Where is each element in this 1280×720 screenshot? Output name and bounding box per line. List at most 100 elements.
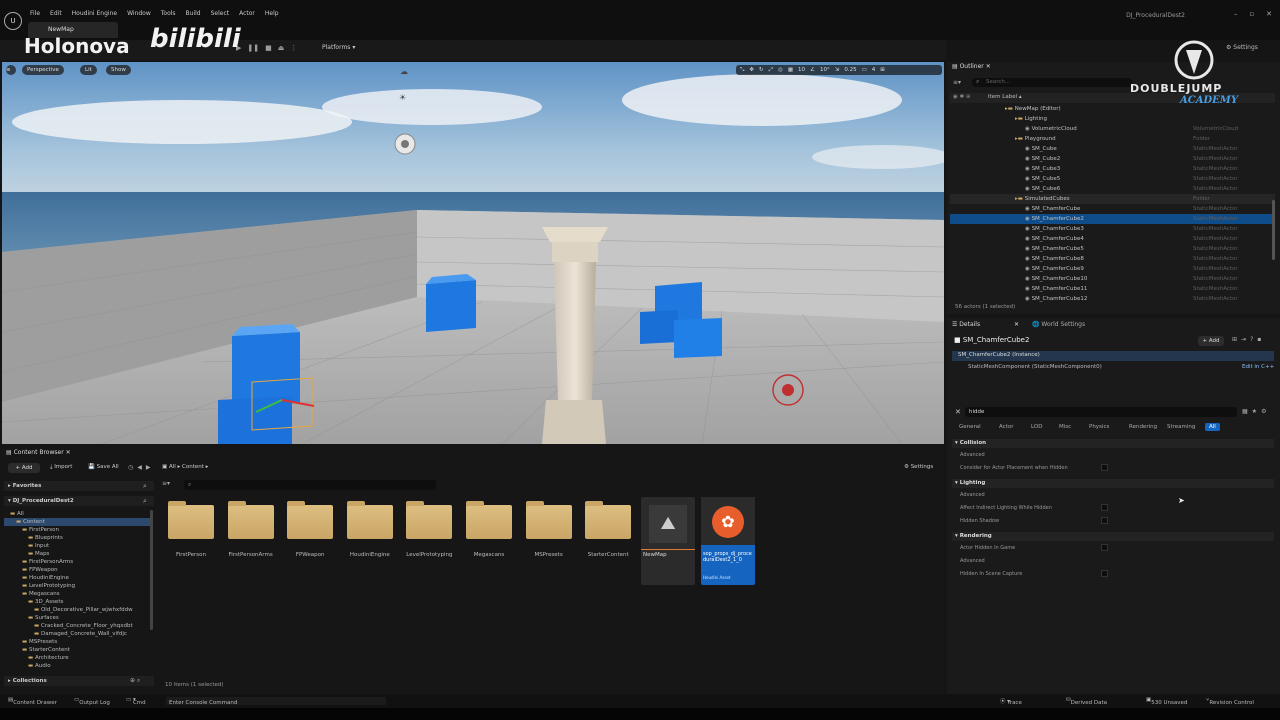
details-property[interactable]: Advanced: [960, 558, 985, 564]
details-property[interactable]: Advanced: [960, 492, 985, 498]
scale-snap-icon[interactable]: ⇲: [835, 65, 840, 75]
tree-folder-item[interactable]: ▬ 3D_Assets: [28, 598, 63, 606]
menu-item-tools[interactable]: Tools: [161, 10, 176, 17]
outliner-row[interactable]: ▸▬ Lighting: [950, 114, 1275, 124]
close-icon[interactable]: ✕: [66, 449, 71, 456]
camera-speed-value[interactable]: 4: [872, 65, 876, 75]
menu-item-file[interactable]: File: [30, 10, 40, 17]
rotate-snap-icon[interactable]: ∠: [810, 65, 815, 75]
details-property[interactable]: Affect Indirect Lighting While Hidden: [960, 505, 1052, 511]
outliner-row[interactable]: ◉ SM_ChamferCube12 StaticMeshActor: [950, 294, 1275, 304]
select-tool-icon[interactable]: ⤡: [740, 65, 744, 75]
outliner-row[interactable]: ◉ SM_ChamferCube9 StaticMeshActor: [950, 264, 1275, 274]
move-tool-icon[interactable]: ✥: [749, 65, 754, 75]
derived-data-button[interactable]: ⛁ Derived Data: [1066, 697, 1107, 706]
import-button[interactable]: ⤓ Import: [50, 464, 72, 471]
folder-asset-icon[interactable]: [585, 501, 632, 539]
eject-icon[interactable]: ⏏: [278, 44, 285, 52]
tree-folder-item[interactable]: ▬ Blueprints: [28, 534, 63, 542]
camera-speed-icon[interactable]: ▭: [862, 65, 867, 75]
maximize-viewport-icon[interactable]: ⊞: [880, 65, 885, 75]
menu-item-houdini-engine[interactable]: Houdini Engine: [72, 10, 117, 17]
outliner-row[interactable]: ◉ SM_Cube5 StaticMeshActor: [950, 174, 1275, 184]
menu-icon[interactable]: ▪: [1257, 336, 1265, 343]
unsaved-button[interactable]: ▣ 530 Unsaved: [1146, 697, 1187, 706]
details-property[interactable]: Actor Hidden In Game: [960, 545, 1015, 551]
details-property[interactable]: Consider for Actor Placement when Hidden: [960, 465, 1068, 471]
add-component-button[interactable]: + Add: [1198, 336, 1224, 346]
details-property[interactable]: Advanced: [960, 452, 985, 458]
folder-asset-icon[interactable]: [406, 501, 453, 539]
tree-folder-item[interactable]: ▬ All: [10, 510, 24, 518]
tree-scrollbar[interactable]: [150, 510, 153, 630]
lock-icon[interactable]: ⇥: [1241, 336, 1250, 343]
outliner-tab[interactable]: ▤ Outliner ✕: [952, 63, 991, 73]
content-browser-tab[interactable]: ▤ Content Browser ✕: [6, 449, 71, 459]
tree-folder-item[interactable]: ▬ FirstPersonArms: [22, 558, 73, 566]
asset-search-input[interactable]: [184, 480, 436, 490]
cb-settings-button[interactable]: ⚙ Settings: [904, 464, 933, 470]
clear-search-icon[interactable]: ✕: [955, 408, 961, 416]
breadcrumb-content[interactable]: Content: [182, 464, 204, 470]
outliner-row[interactable]: ◉ SM_ChamferCube11 StaticMeshActor: [950, 284, 1275, 294]
more-icon[interactable]: ⋮: [290, 44, 297, 52]
filter-tab-actor[interactable]: Actor: [995, 423, 1017, 431]
filter-tab-rendering[interactable]: Rendering: [1125, 423, 1161, 431]
show-button[interactable]: Show: [106, 65, 131, 75]
history-icon[interactable]: ◷: [128, 464, 137, 471]
blueprint-icon[interactable]: ⊞: [1232, 336, 1241, 343]
menu-item-window[interactable]: Window: [127, 10, 151, 17]
forward-icon[interactable]: ▶: [146, 464, 155, 471]
grid-snap-value[interactable]: 10: [798, 65, 805, 75]
outliner-row[interactable]: ▸▬ Playground Folder: [950, 134, 1275, 144]
folder-asset-icon[interactable]: [346, 501, 393, 539]
rotate-tool-icon[interactable]: ↻: [759, 65, 764, 75]
menu-item-build[interactable]: Build: [186, 10, 201, 17]
perspective-button[interactable]: Perspective: [22, 65, 64, 75]
outliner-row[interactable]: ◉ SM_ChamferCube8 StaticMeshActor: [950, 254, 1275, 264]
edit-in-cpp-link[interactable]: Edit in C++: [1242, 364, 1274, 370]
close-icon[interactable]: ✕: [986, 63, 991, 70]
close-icon[interactable]: ✕: [1014, 321, 1019, 328]
maximize-icon[interactable]: ▫: [1249, 10, 1254, 18]
settings-button[interactable]: ⚙ Settings: [1226, 44, 1258, 51]
details-tab[interactable]: ☰ Details ✕: [952, 321, 1019, 331]
folder-asset-icon[interactable]: [168, 501, 214, 539]
item-label-column[interactable]: Item Label ▴: [988, 94, 1022, 100]
outliner-row[interactable]: ◉ SM_ChamferCube10 StaticMeshActor: [950, 274, 1275, 284]
grid-view-icon[interactable]: ▦: [1242, 408, 1252, 415]
pause-icon[interactable]: ❚❚: [247, 44, 259, 52]
outliner-row[interactable]: ◉ SM_ChamferCube5 StaticMeshActor: [950, 244, 1275, 254]
filter-tab-general[interactable]: General: [955, 423, 985, 431]
breadcrumb-all[interactable]: All: [169, 464, 176, 470]
minimize-icon[interactable]: –: [1234, 10, 1238, 18]
folder-asset-icon[interactable]: [227, 501, 274, 539]
level-viewport[interactable]: ☁ ☀ ≡ Perspective Lit Show ⤡ ✥ ↻ ⤢ ◎ ▦ 1…: [2, 62, 944, 444]
details-category-lighting[interactable]: ▾ Lighting: [955, 480, 985, 486]
details-property[interactable]: Hidden In Scene Capture: [960, 571, 1022, 577]
outliner-row[interactable]: ◉ SM_ChamferCube2 StaticMeshActor: [950, 214, 1275, 224]
details-category-collision[interactable]: ▾ Collision: [955, 440, 986, 446]
rotate-snap-value[interactable]: 10°: [820, 65, 830, 75]
filter-tab-misc[interactable]: Misc: [1055, 423, 1075, 431]
filter-tab-lod[interactable]: LOD: [1027, 423, 1046, 431]
details-category-bar[interactable]: [952, 439, 1274, 448]
property-checkbox[interactable]: [1101, 464, 1108, 471]
scale-snap-value[interactable]: 0.25: [844, 65, 856, 75]
details-property[interactable]: Hidden Shadow: [960, 518, 999, 524]
lit-button[interactable]: Lit: [80, 65, 97, 75]
property-checkbox[interactable]: [1101, 544, 1108, 551]
console-input[interactable]: Enter Console Command: [166, 697, 386, 706]
tree-folder-item[interactable]: ▬ LevelPrototyping: [22, 582, 75, 590]
filter-tab-physics[interactable]: Physics: [1085, 423, 1113, 431]
property-checkbox[interactable]: [1101, 517, 1108, 524]
details-search-input[interactable]: hidde: [965, 407, 1237, 417]
tree-folder-item[interactable]: ▬ Old_Decorative_Pillar_wjwhxfddw: [34, 606, 133, 614]
folder-asset-icon[interactable]: [287, 501, 334, 539]
save-all-button[interactable]: 💾 Save All: [88, 464, 119, 470]
details-category-rendering[interactable]: ▾ Rendering: [955, 533, 992, 539]
outliner-row[interactable]: ◉ SM_Cube6 StaticMeshActor: [950, 184, 1275, 194]
outliner-scrollbar[interactable]: [1272, 200, 1275, 260]
platforms-button[interactable]: Platforms ▾: [322, 44, 355, 51]
details-category-bar[interactable]: [952, 532, 1274, 541]
